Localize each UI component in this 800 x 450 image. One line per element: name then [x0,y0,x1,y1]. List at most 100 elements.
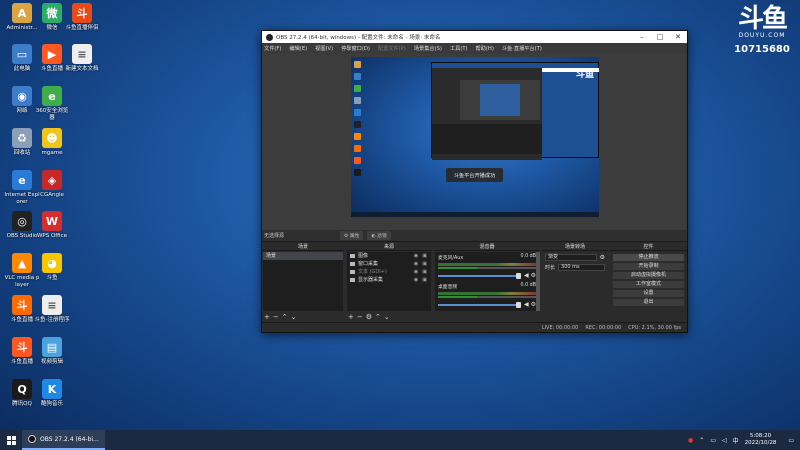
dock-row: 场景 场景 +−⌃⌄ 来源 图像 ◉ ▣ 窗口采集 ◉ ▣ 文本 (GDI+) ◉ ▣ 显示器采集… [262,243,687,323]
visibility-icon[interactable]: ◉ [414,260,418,268]
start-button[interactable] [0,430,22,450]
source-item[interactable]: 图像 ◉ ▣ [347,252,431,260]
control-button[interactable]: 工作室模式 [613,281,684,288]
menu-item[interactable]: 工具(T) [450,45,468,52]
app-icon: e [12,170,32,190]
duration-input[interactable]: 300 ms [558,264,605,271]
sources-title: 来源 [346,243,432,251]
app-icon: e [42,86,62,106]
source-name: 文本 (GDI+) [358,269,387,275]
desktop-icon-label: WPS Office [36,233,68,239]
volume-slider[interactable] [438,272,521,279]
close-button[interactable]: ✕ [669,31,687,43]
menu-item[interactable]: 斗鱼·直播平台(T) [502,45,542,52]
tray-ime-icon[interactable]: 中 [733,436,739,445]
menu-item[interactable]: 停靠窗口(D) [341,45,370,52]
desktop-icon[interactable]: ◈ CGAngle [34,170,70,199]
app-icon: ▤ [42,337,62,357]
desktop-icon-label: 酷狗音乐 [40,401,63,407]
obs-logo-icon [266,33,273,41]
desktop-icon[interactable]: ◕ 斗鱼 [34,253,70,282]
filters-button[interactable]: ◐ 滤镜 [367,231,391,240]
tray-antivirus-icon[interactable]: ● [688,437,693,444]
visibility-icon[interactable]: ◉ [414,268,418,276]
clock-time: 5:08:20 [749,433,772,439]
mixer-channel: 麦克风/Aux 0.0 dB ◀ ⚙ [435,252,539,281]
clock[interactable]: 5:08:20 2022/10/28 [745,433,777,447]
source-name: 图像 [358,253,369,259]
taskbar: OBS 27.2.4 (64-bi... ● ⌃ ▭ ◁ 中 5:08:20 2… [0,430,800,450]
desktop-icon[interactable]: ≡ 新建文本文档 [64,44,100,73]
source-item[interactable]: 显示器采集 ◉ ▣ [347,276,431,284]
volume-meter [438,263,536,266]
visibility-icon[interactable]: ◉ [414,276,418,284]
tray-network-icon[interactable]: ▭ [710,437,716,444]
desktop-icon[interactable]: e 360安全浏览器 [34,86,70,121]
control-button[interactable]: 设置 [613,290,684,297]
source-item[interactable]: 窗口采集 ◉ ▣ [347,260,431,268]
menu-item[interactable]: 帮助(H) [476,45,494,52]
taskbar-obs-app[interactable]: OBS 27.2.4 (64-bi... [22,430,105,450]
notification-icon[interactable]: ▭ [788,437,794,444]
menu-item[interactable]: 文件(F) [264,45,281,52]
maximize-button[interactable]: □ [651,31,669,43]
control-button[interactable]: 退出 [613,299,684,306]
lock-icon[interactable]: ▣ [422,268,427,276]
menu-item[interactable]: 配置文件(P) [378,45,406,52]
preview-canvas[interactable]: 斗鱼 斗鱼平台开播成功 [351,57,599,217]
desktop-icon-label: 斗鱼直播伴侣 [65,25,99,31]
obs-titlebar[interactable]: OBS 27.2.4 (64-bit, windows) - 配置文件: 未命名… [262,31,687,43]
desktop-icon-label: 斗鱼-注册程序 [34,317,70,323]
tray-volume-icon[interactable]: ◁ [722,437,727,444]
source-toolbar: 无选择源 ⚙ 属性 ◐ 滤镜 [262,230,687,242]
app-icon: 斗 [72,3,92,23]
live-timer: LIVE: 00:00:00 [541,324,579,331]
scenes-dock: 场景 场景 +−⌃⌄ [262,243,344,323]
desktop-icon[interactable]: W WPS Office [34,211,70,240]
desktop-icon[interactable]: ▤ 视频剪辑 [34,337,70,366]
scenes-footer[interactable]: +−⌃⌄ [264,313,299,321]
desktop-icon[interactable]: K 酷狗音乐 [34,379,70,408]
app-icon: K [42,379,62,399]
desktop-icon[interactable]: ≡ 斗鱼-注册程序 [34,295,70,324]
control-button[interactable]: 开始录制 [613,263,684,270]
status-bar: LIVE: 00:00:00 REC: 00:00:00 CPU: 2.1%, … [262,322,687,332]
sources-footer[interactable]: +−⚙⌃⌄ [348,313,393,321]
rec-timer: REC: 00:00:00 [585,324,622,331]
lock-icon[interactable]: ▣ [422,252,427,260]
speaker-icon[interactable]: ◀ [524,301,529,308]
source-item[interactable]: 文本 (GDI+) ◉ ▣ [347,268,431,276]
mixer-scrollbar[interactable] [536,252,540,311]
menu-item[interactable]: 场景集合(S) [414,45,442,52]
scenes-title: 场景 [262,243,344,251]
preview-taskbar [351,212,599,217]
control-button[interactable]: 启动虚拟摄像机 [613,272,684,279]
minimize-button[interactable]: – [633,31,651,43]
properties-button[interactable]: ⚙ 属性 [340,231,364,240]
app-icon: W [42,211,62,231]
volume-slider[interactable] [438,301,521,308]
transition-type-select[interactable]: 渐变 [545,254,597,261]
lock-icon[interactable]: ▣ [422,276,427,284]
room-id: 10715680 [734,44,790,55]
cpu-fps: CPU: 2.1%, 30.00 fps [628,324,681,331]
stream-success-toast: 斗鱼平台开播成功 [446,168,503,182]
transition-settings-icon[interactable]: ⚙ [600,254,605,261]
app-icon: ◉ [12,86,32,106]
app-icon: ≡ [72,44,92,64]
controls-dock: 控件 停止推流 开始录制 启动虚拟摄像机 工作室模式 设置 退出 [610,243,687,323]
visibility-icon[interactable]: ◉ [414,252,418,260]
desktop-icon[interactable]: ☻ mgame [34,128,70,157]
menu-item[interactable]: 编辑(E) [289,45,307,52]
scene-item[interactable]: 场景 [263,252,343,260]
speaker-icon[interactable]: ◀ [524,272,529,279]
app-icon: A [12,3,32,23]
control-button[interactable]: 停止推流 [613,254,684,261]
app-icon: ☻ [42,128,62,148]
desktop-icon[interactable]: 斗斗鱼直播伴侣 [64,3,100,32]
lock-icon[interactable]: ▣ [422,260,427,268]
tray-chevron-icon[interactable]: ⌃ [699,437,704,444]
app-icon: ▶ [42,44,62,64]
menu-item[interactable]: 视图(V) [315,45,333,52]
clock-date: 2022/10/28 [744,440,777,446]
